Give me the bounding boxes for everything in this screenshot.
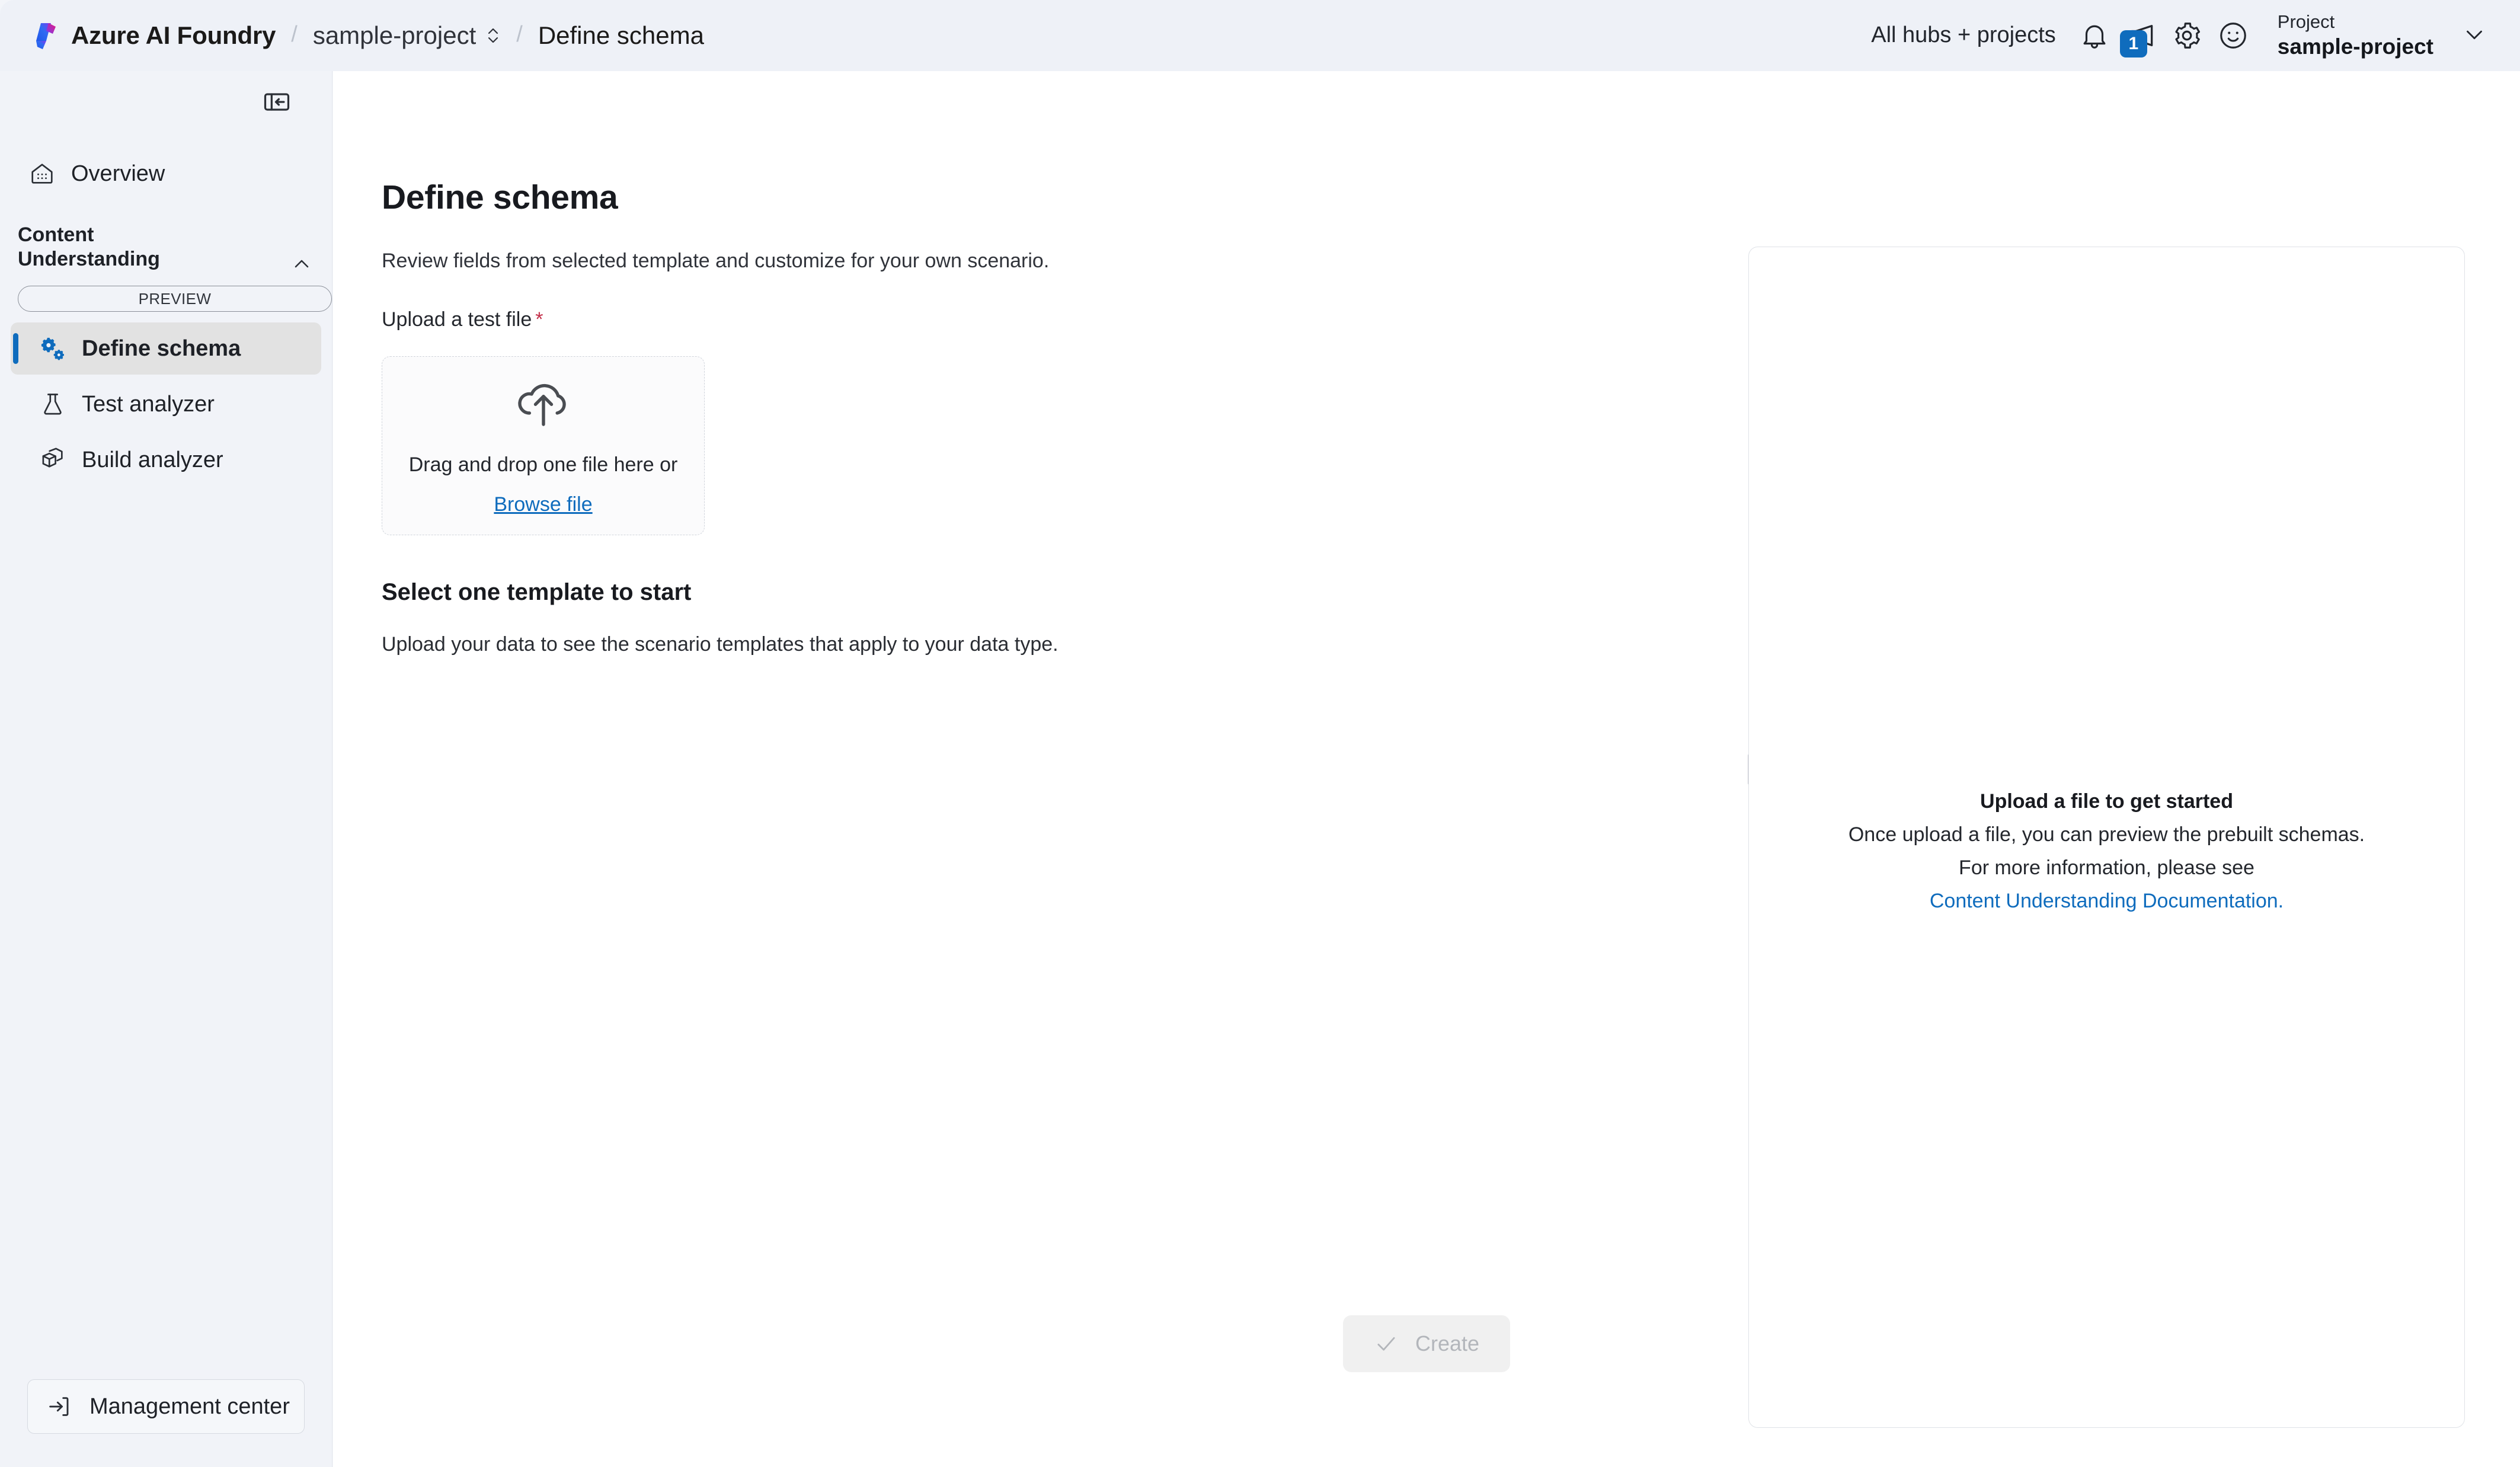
- feedback-button[interactable]: [2210, 12, 2256, 59]
- header-actions: All hubs + projects 1 Project sample-pro…: [1856, 8, 2500, 63]
- preview-badge: PREVIEW: [18, 286, 332, 312]
- project-selector-text: Project sample-project: [2278, 12, 2433, 58]
- breadcrumb-current-page: Define schema: [538, 21, 704, 49]
- top-header: Azure AI Foundry / sample-project / Defi…: [0, 0, 2520, 71]
- page-subtitle: Review fields from selected template and…: [382, 250, 1050, 272]
- create-button[interactable]: Create: [1342, 1315, 1511, 1372]
- brand-name: Azure AI Foundry: [71, 21, 276, 49]
- breadcrumb-project-label: sample-project: [312, 21, 477, 49]
- all-hubs-projects-link[interactable]: All hubs + projects: [1856, 12, 2071, 59]
- checkmark-icon: [1374, 1331, 1399, 1356]
- up-down-chevron-icon: [485, 25, 501, 46]
- brand-home-link[interactable]: Azure AI Foundry: [33, 21, 276, 50]
- content-understanding-documentation-link[interactable]: Content Understanding Documentation.: [1849, 890, 2365, 913]
- sidebar-item-build-analyzer-label: Build analyzer: [82, 447, 223, 472]
- page-title: Define schema: [382, 178, 618, 216]
- sidebar-item-test-analyzer-label: Test analyzer: [82, 391, 215, 417]
- bell-icon: [2083, 25, 2106, 49]
- preview-empty-line-1: Once upload a file, you can preview the …: [1848, 823, 2365, 846]
- sidebar-item-overview-label: Overview: [71, 161, 165, 186]
- sidebar-item-build-analyzer[interactable]: Build analyzer: [11, 434, 321, 486]
- home-icon: [28, 160, 56, 187]
- sidebar-item-overview[interactable]: Overview: [11, 148, 321, 199]
- collapse-panel-icon: [264, 93, 290, 111]
- sidebar-nav-content-understanding: Define schema Test analyzer Build analyz…: [0, 312, 332, 490]
- preview-empty-line-2: For more information, please see: [1959, 856, 2254, 879]
- project-selector[interactable]: Project sample-project: [2256, 8, 2500, 63]
- sidebar-group-title: Content Understanding: [18, 223, 160, 271]
- notifications-button[interactable]: [2071, 12, 2118, 59]
- schema-gears-icon: [39, 335, 66, 362]
- template-section-description: Upload your data to see the scenario tem…: [382, 633, 1058, 656]
- gear-icon: [2175, 23, 2200, 49]
- sidebar-collapse-row: [0, 71, 332, 133]
- azure-ai-foundry-logo-icon: [33, 21, 59, 50]
- enter-arrow-icon: [46, 1393, 73, 1420]
- file-dropzone[interactable]: Drag and drop one file here or Browse fi…: [382, 356, 705, 535]
- upload-field-label: Upload a test file *: [382, 308, 1734, 331]
- cloud-upload-icon: [511, 376, 575, 453]
- left-sidebar: Overview Content Understanding PREVIEW D…: [0, 71, 332, 1467]
- sidebar-nav-top: Overview: [0, 133, 332, 199]
- cubes-icon: [39, 446, 66, 474]
- browse-file-link[interactable]: Browse file: [494, 493, 592, 516]
- sidebar-item-define-schema[interactable]: Define schema: [11, 322, 321, 375]
- management-center-label: Management center: [89, 1394, 290, 1419]
- settings-button[interactable]: [2164, 12, 2210, 59]
- schema-preview-panel: Upload a file to get started Once upload…: [1748, 247, 2465, 1428]
- breadcrumb-separator-2: /: [516, 21, 523, 47]
- chevron-down-icon: [2461, 20, 2488, 50]
- sidebar-item-test-analyzer[interactable]: Test analyzer: [11, 378, 321, 430]
- app-window: Azure AI Foundry / sample-project / Defi…: [0, 0, 2520, 1467]
- notification-count-badge: 1: [2119, 30, 2147, 57]
- breadcrumb-project-switcher[interactable]: sample-project: [313, 21, 501, 50]
- project-selector-label: Project: [2277, 11, 2335, 33]
- management-center-button[interactable]: Management center: [27, 1379, 305, 1434]
- gears-glyph: [41, 337, 64, 360]
- preview-empty-title: Upload a file to get started: [1980, 790, 2233, 813]
- required-asterisk: *: [535, 308, 543, 331]
- create-button-label: Create: [1415, 1331, 1480, 1356]
- upload-field-label-text: Upload a test file: [382, 308, 532, 331]
- preview-empty-state: Upload a file to get started Once upload…: [1821, 790, 2392, 913]
- dropzone-text: Drag and drop one file here or: [408, 453, 678, 476]
- sidebar-item-define-schema-label: Define schema: [82, 335, 241, 361]
- main-content: Define schema Review fields from selecte…: [333, 71, 2520, 1467]
- flask-icon: [39, 391, 66, 418]
- define-schema-form: Define schema Review fields from selecte…: [333, 71, 1734, 1467]
- announcements-button[interactable]: 1: [2118, 12, 2164, 59]
- project-selector-value: sample-project: [2277, 34, 2433, 59]
- smiley-icon: [2220, 23, 2246, 49]
- breadcrumb-separator-1: /: [291, 21, 298, 47]
- sidebar-footer: Management center: [0, 1379, 332, 1467]
- template-section-title: Select one template to start: [382, 579, 692, 605]
- sidebar-group-content-understanding[interactable]: Content Understanding: [0, 199, 332, 280]
- chevron-up-icon: [289, 251, 314, 276]
- collapse-sidebar-button[interactable]: [258, 84, 295, 120]
